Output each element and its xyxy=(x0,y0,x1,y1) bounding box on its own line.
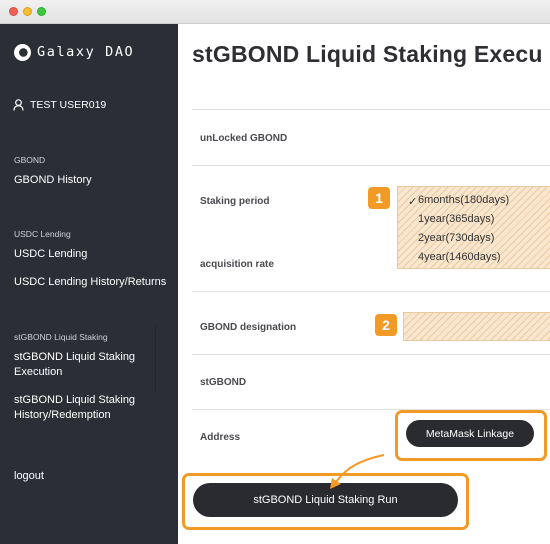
label-address: Address xyxy=(200,432,241,443)
label-unlocked-gbond: unLocked GBOND xyxy=(200,133,288,144)
annotation-arrow-icon xyxy=(330,454,385,489)
brand-logo[interactable]: Galaxy DAO xyxy=(14,42,134,62)
sidebar-item-stgbond-execution[interactable]: stGBOND Liquid Staking Execution xyxy=(14,350,154,380)
metamask-linkage-button[interactable]: MetaMask Linkage xyxy=(406,420,534,447)
minimize-window-button[interactable] xyxy=(23,7,32,16)
label-gbond-designation: GBOND designation xyxy=(200,322,297,333)
divider xyxy=(192,165,550,166)
sidebar-item-gbond-history[interactable]: GBOND History xyxy=(14,173,92,188)
annotation-badge-1: 1 xyxy=(368,187,390,209)
divider xyxy=(192,354,550,355)
sidebar-heading-usdc-lending: USDC Lending xyxy=(14,229,71,239)
sidebar-heading-gbond: GBOND xyxy=(14,155,46,165)
sidebar-item-stgbond-history[interactable]: stGBOND Liquid Staking History/Redemptio… xyxy=(14,393,154,423)
option-2-year[interactable]: 2year(730days) xyxy=(418,232,494,244)
maximize-window-button[interactable] xyxy=(37,7,46,16)
brand-name: Galaxy DAO xyxy=(37,44,135,60)
label-staking-period: Staking period xyxy=(200,196,270,207)
option-4-year[interactable]: 4year(1460days) xyxy=(418,251,501,263)
sidebar-item-usdc-lending[interactable]: USDC Lending xyxy=(14,247,87,262)
window-titlebar xyxy=(0,0,550,24)
divider xyxy=(192,109,550,110)
option-1-year[interactable]: 1year(365days) xyxy=(418,213,494,225)
user-icon xyxy=(13,99,24,111)
label-acquisition-rate: acquisition rate xyxy=(200,259,274,270)
annotation-badge-2: 2 xyxy=(375,314,397,336)
label-stgbond: stGBOND xyxy=(200,377,247,388)
page-title: stGBOND Liquid Staking Execu xyxy=(192,41,543,67)
sidebar-item-usdc-lending-history[interactable]: USDC Lending History/Returns xyxy=(14,275,166,290)
divider xyxy=(192,291,550,292)
selected-check-icon: ✓ xyxy=(408,196,418,208)
option-6-months[interactable]: 6months(180days) xyxy=(418,194,509,206)
metamask-highlight: MetaMask Linkage xyxy=(395,410,547,461)
gbond-designation-input[interactable] xyxy=(403,312,550,341)
close-window-button[interactable] xyxy=(9,7,18,16)
sidebar: Galaxy DAO TEST USER019 GBOND GBOND Hist… xyxy=(0,24,178,544)
sidebar-heading-stgbond: stGBOND Liquid Staking xyxy=(14,332,108,342)
logout-link[interactable]: logout xyxy=(14,469,44,484)
user-name: TEST USER019 xyxy=(30,99,107,111)
user-profile[interactable]: TEST USER019 xyxy=(13,99,106,111)
staking-period-dropdown[interactable]: ✓ 6months(180days) 1year(365days) 2year(… xyxy=(397,186,550,269)
active-item-indicator xyxy=(155,326,156,392)
galaxy-logo-icon xyxy=(14,43,31,61)
